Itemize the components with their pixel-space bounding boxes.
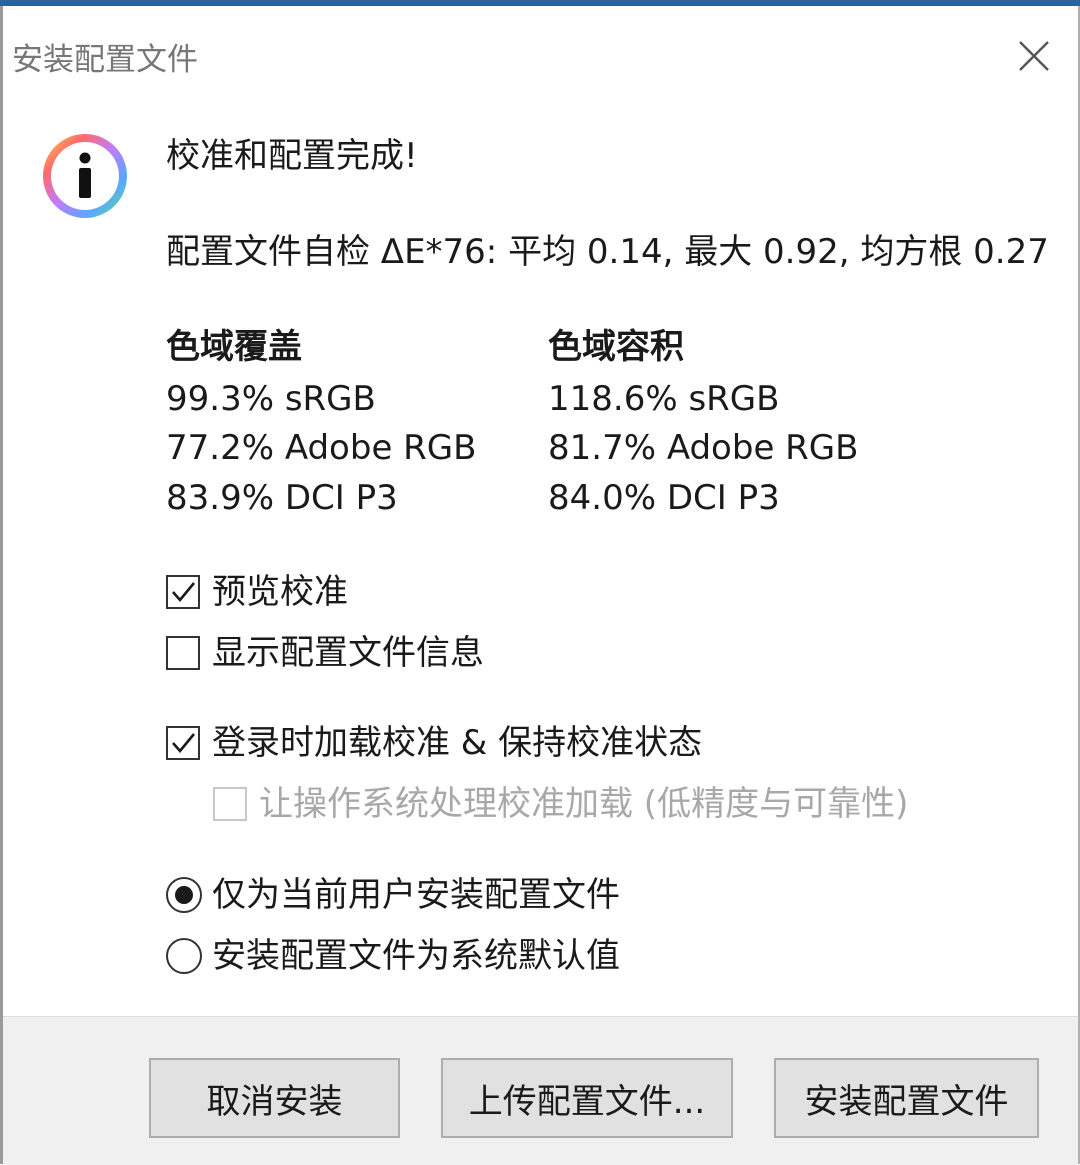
- show-profile-info-checkbox[interactable]: [166, 636, 200, 670]
- gamut-volume-title: 色域容积: [548, 327, 684, 367]
- cancel-install-button[interactable]: 取消安装: [149, 1058, 400, 1138]
- checkmark-icon: [172, 733, 196, 754]
- install-profile-button[interactable]: 安装配置文件: [774, 1058, 1039, 1138]
- self-check-summary: 配置文件自检 ΔE*76: 平均 0.14, 最大 0.92, 均方根 0.27: [166, 232, 1049, 272]
- load-on-login-checkbox[interactable]: [166, 726, 200, 760]
- preview-calibration-label[interactable]: 预览校准: [212, 575, 348, 609]
- install-system-default-radio[interactable]: [166, 938, 202, 974]
- checkmark-icon: [172, 582, 196, 603]
- info-icon: [40, 131, 130, 221]
- gamut-volume-dcip3: 84.0% DCI P3: [548, 478, 780, 518]
- install-system-default-label[interactable]: 安装配置文件为系统默认值: [212, 939, 620, 973]
- show-profile-info-label[interactable]: 显示配置文件信息: [212, 636, 484, 670]
- close-icon: [1019, 41, 1049, 71]
- window-top-border: [0, 0, 1080, 6]
- gamut-coverage-adobergb: 77.2% Adobe RGB: [166, 428, 477, 468]
- upload-profile-button[interactable]: 上传配置文件...: [441, 1058, 733, 1138]
- radio-selected-dot: [175, 886, 193, 904]
- gamut-coverage-title: 色域覆盖: [166, 327, 302, 367]
- install-current-user-label[interactable]: 仅为当前用户安装配置文件: [212, 878, 620, 912]
- window-title: 安装配置文件: [12, 42, 198, 78]
- os-handles-loading-checkbox[interactable]: [213, 787, 247, 821]
- preview-calibration-checkbox[interactable]: [166, 575, 200, 609]
- gamut-volume-srgb: 118.6% sRGB: [548, 379, 780, 419]
- window-left-border: [0, 6, 3, 1164]
- close-button[interactable]: [1012, 34, 1056, 78]
- gamut-volume-adobergb: 81.7% Adobe RGB: [548, 428, 859, 468]
- install-current-user-radio[interactable]: [166, 877, 202, 913]
- os-handles-loading-label[interactable]: 让操作系统处理校准加载 (低精度与可靠性): [259, 787, 908, 821]
- gamut-coverage-dcip3: 83.9% DCI P3: [166, 478, 398, 518]
- gamut-coverage-srgb: 99.3% sRGB: [166, 379, 376, 419]
- load-on-login-label[interactable]: 登录时加载校准 & 保持校准状态: [212, 726, 702, 760]
- heading: 校准和配置完成!: [166, 136, 418, 176]
